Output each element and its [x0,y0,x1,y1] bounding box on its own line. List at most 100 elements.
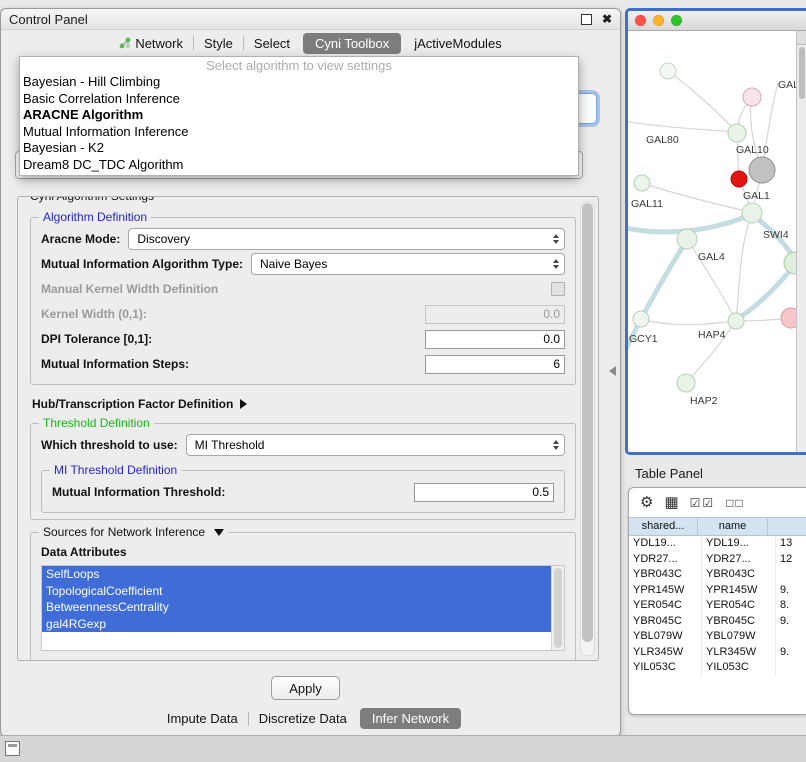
minimized-panel-icon[interactable] [5,741,20,756]
data-attributes-list[interactable]: SelfLoopsTopologicalCoefficientBetweenne… [41,565,565,651]
apply-button[interactable]: Apply [271,676,340,700]
kernel-width-input[interactable]: 0.0 [425,305,565,324]
data-attribute-item[interactable]: TopologicalCoefficient [42,583,552,600]
tab-impute-data[interactable]: Impute Data [157,708,248,729]
select-all-rows-icon[interactable]: ☑☑ [690,497,716,509]
network-node[interactable] [728,313,744,329]
settings-scrollbar-thumb[interactable] [582,203,593,642]
zoom-traffic-light[interactable] [671,15,682,26]
dpi-tolerance-row: DPI Tolerance [0,1]: 0.0 [41,328,565,350]
table-cell: YPR145W [629,583,702,599]
combo-arrows-icon [553,440,559,450]
network-node[interactable] [660,63,676,79]
network-scrollbar-thumb[interactable] [799,47,805,99]
collapse-down-icon [214,529,224,536]
network-scrollbar-button[interactable] [797,31,806,45]
tab-network[interactable]: Network [109,33,193,54]
data-attribute-item[interactable]: gal4RGexp [42,616,552,633]
attributes-scrollbar[interactable] [551,566,564,650]
table-row[interactable]: YDL19...YDL19...13 [629,536,806,552]
data-attribute-item[interactable]: SelfLoops [42,566,552,583]
table-panel-window: ⚙ ▦ ☑☑ □□ shared... name YDL19...YDL19..… [628,487,806,715]
table-cell: YIL053C [629,660,702,676]
network-node[interactable] [677,374,695,392]
threshold-definition-title: Threshold Definition [39,416,154,430]
which-threshold-value: MI Threshold [195,438,265,452]
network-node-label: GAL10 [736,144,769,156]
hub-section-label: Hub/Transcription Factor Definition [32,397,233,411]
mi-type-select[interactable]: Naive Bayes [251,253,565,275]
threshold-definition-group: Threshold Definition Which threshold to … [30,423,576,520]
network-scrollbar[interactable] [796,31,806,452]
tab-discretize-data[interactable]: Discretize Data [249,708,357,729]
table-cell [776,629,806,645]
tab-cyni-toolbox[interactable]: Cyni Toolbox [303,33,401,54]
network-node[interactable] [749,157,775,183]
table-row[interactable]: YIL053CYIL053C [629,660,806,676]
which-threshold-select[interactable]: MI Threshold [186,434,565,456]
table-row[interactable]: YER054CYER054C8. [629,598,806,614]
network-node[interactable] [728,124,746,142]
tab-select[interactable]: Select [244,33,300,54]
tab-jactivemodules[interactable]: jActiveModules [404,33,511,54]
sources-title-text: Sources for Network Inference [43,525,205,539]
aracne-mode-select[interactable]: Discovery [128,228,565,250]
algorithm-option[interactable]: ARACNE Algorithm [20,107,578,124]
table-row[interactable]: YBL079WYBL079W [629,629,806,645]
network-node[interactable] [633,311,649,327]
float-window-icon[interactable] [581,14,592,25]
panel-splitter-arrow[interactable] [609,366,616,376]
mi-type-label: Mutual Information Algorithm Type: [41,257,243,271]
network-node[interactable] [743,88,761,106]
network-node[interactable] [731,171,747,187]
control-panel-window: Control Panel ✖ Network Style [0,8,621,737]
table-cell [776,660,806,676]
network-node-label: GCY1 [629,333,658,345]
gear-icon[interactable]: ⚙ [640,495,653,510]
mi-steps-label: Mutual Information Steps: [41,357,189,371]
tab-label: jActiveModules [414,36,501,51]
table-row[interactable]: YDR27...YDR27...12 [629,552,806,568]
algorithm-dropdown-popup: Select algorithm to view settings Bayesi… [19,56,579,176]
column-header-name[interactable]: name [698,518,768,535]
data-attribute-item[interactable]: BetweennessCentrality [42,599,552,616]
tab-infer-network[interactable]: Infer Network [360,708,461,729]
deselect-rows-icon[interactable]: □□ [726,497,745,509]
close-traffic-light[interactable] [635,15,646,26]
sources-group-title[interactable]: Sources for Network Inference [39,525,228,539]
column-header-clipped[interactable] [768,518,806,535]
table-row[interactable]: YPR145WYPR145W9. [629,583,806,599]
table-row[interactable]: YBR043CYBR043C [629,567,806,583]
hub-section-toggle[interactable]: Hub/Transcription Factor Definition [32,397,576,411]
minimize-traffic-light[interactable] [653,15,664,26]
network-node[interactable] [634,175,650,191]
network-canvas[interactable]: GALGAL80GAL10GAL11GAL1SWI4GAL4GCY1HAP4HA… [628,31,806,452]
table-body: YDL19...YDL19...13YDR27...YDR27...12YBR0… [629,536,806,676]
table-cell: 9. [776,645,806,661]
algorithm-option[interactable]: Dream8 DC_TDC Algorithm [20,157,578,174]
attributes-scrollbar-thumb[interactable] [554,568,562,648]
algorithm-option[interactable]: Basic Correlation Inference [20,91,578,108]
table-row[interactable]: YBR045CYBR045C9. [629,614,806,630]
table-cell: YBL079W [702,629,776,645]
algorithm-definition-group: Algorithm Definition Aracne Mode: Discov… [30,217,576,385]
table-cell: YBL079W [629,629,702,645]
mi-steps-input[interactable]: 6 [425,355,565,374]
close-icon[interactable]: ✖ [602,13,612,25]
table-row[interactable]: YLR345WYLR345W9. [629,645,806,661]
mi-threshold-input[interactable]: 0.5 [414,483,554,502]
settings-scrollbar[interactable] [580,201,595,656]
algorithm-option[interactable]: Bayesian - Hill Climbing [20,74,578,91]
table-toolbar: ⚙ ▦ ☑☑ □□ [629,488,806,517]
network-node[interactable] [742,203,762,223]
algorithm-option[interactable]: Bayesian - K2 [20,140,578,157]
column-header-shared-name[interactable]: shared... [629,518,698,535]
columns-icon[interactable]: ▦ [664,495,678,510]
network-node-label: GAL80 [646,134,679,146]
dpi-tolerance-input[interactable]: 0.0 [425,330,565,349]
tab-label: Discretize Data [259,711,347,726]
network-node[interactable] [677,229,697,249]
manual-kernel-checkbox[interactable] [551,282,565,296]
algorithm-option[interactable]: Mutual Information Inference [20,124,578,141]
tab-style[interactable]: Style [194,33,243,54]
